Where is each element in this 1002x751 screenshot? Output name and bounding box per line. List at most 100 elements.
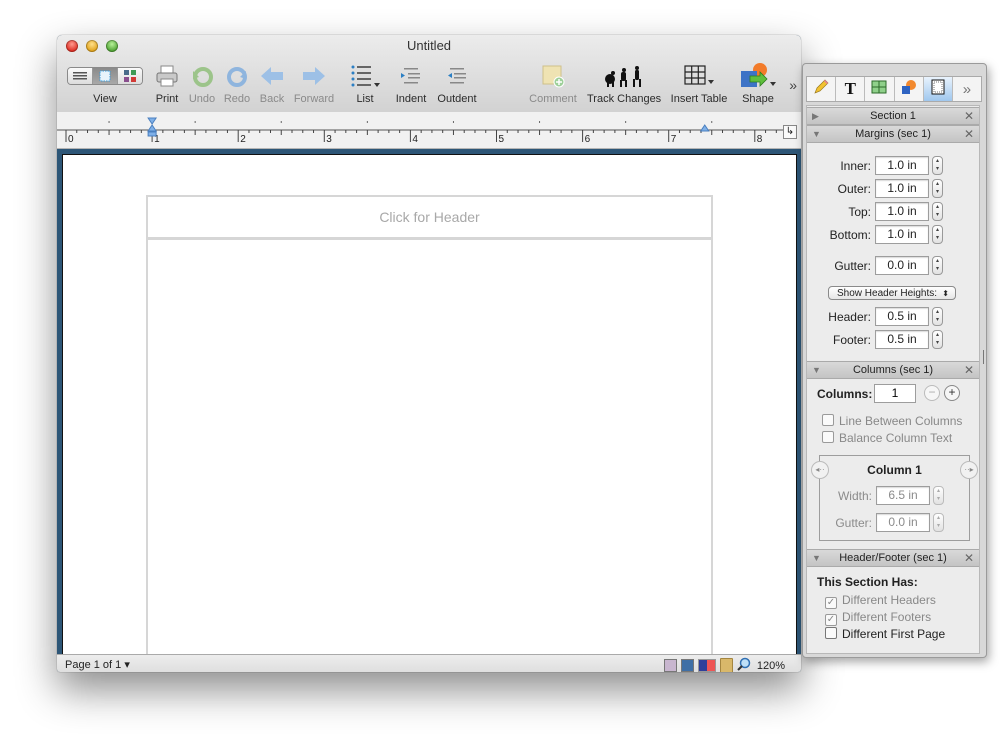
tab-table[interactable] bbox=[865, 77, 895, 101]
document-body[interactable] bbox=[146, 238, 713, 670]
back-button[interactable]: Back bbox=[255, 63, 289, 109]
line-between-columns-checkbox[interactable]: Line Between Columns bbox=[822, 414, 962, 428]
draft-view-icon[interactable] bbox=[68, 68, 93, 84]
column-width-stepper[interactable]: ▴ ▾ bbox=[933, 486, 944, 505]
forward-arrow-icon bbox=[292, 63, 336, 89]
text-T-icon: T bbox=[844, 79, 856, 98]
inner-margin-row: Inner: 1.0 in ▴ ▾ bbox=[807, 156, 979, 176]
header-height-stepper[interactable]: ▴ ▾ bbox=[932, 307, 943, 326]
print-button[interactable]: Print bbox=[150, 63, 184, 109]
inner-margin-field[interactable]: 1.0 in bbox=[875, 156, 929, 175]
panel-resize-grip[interactable] bbox=[983, 350, 984, 364]
column-gutter-field[interactable]: 0.0 in bbox=[876, 513, 930, 532]
ruler-tab-dot bbox=[108, 121, 110, 123]
zoom-level[interactable]: 120% bbox=[757, 660, 785, 672]
language-flag-icon[interactable] bbox=[697, 659, 716, 672]
page-layout-view-icon[interactable] bbox=[93, 68, 118, 84]
left-indent-marker[interactable] bbox=[147, 124, 158, 132]
thumbnail-view-icon[interactable] bbox=[118, 68, 142, 84]
tab-pencil[interactable] bbox=[807, 77, 837, 101]
tab-text[interactable]: T bbox=[836, 77, 866, 101]
next-column-button[interactable]: ··▸ bbox=[960, 461, 978, 479]
close-section-icon[interactable]: ✕ bbox=[964, 550, 974, 566]
ruler-label: 8 bbox=[757, 134, 763, 145]
gutter-margin-field[interactable]: 0.0 in bbox=[875, 256, 929, 275]
page-count-menu[interactable]: Page 1 of 1 ▾ bbox=[65, 658, 130, 671]
top-margin-row: Top: 1.0 in ▴ ▾ bbox=[807, 202, 979, 222]
page-layout-icon bbox=[931, 79, 945, 100]
section-header-margins[interactable]: ▼ Margins (sec 1) ✕ bbox=[807, 125, 979, 143]
close-section-icon[interactable]: ✕ bbox=[964, 362, 974, 378]
forward-button[interactable]: Forward bbox=[292, 63, 336, 109]
remove-column-button[interactable]: − bbox=[924, 385, 940, 401]
ruler-label: 0 bbox=[68, 134, 74, 145]
track-changes-button[interactable]: Track Changes bbox=[587, 63, 661, 109]
indent-button[interactable]: Indent bbox=[392, 63, 430, 109]
toolbar-overflow-button[interactable]: » bbox=[789, 77, 797, 93]
disclosure-collapsed-icon[interactable]: ▶ bbox=[812, 108, 819, 124]
redo-button[interactable]: Redo bbox=[220, 63, 254, 109]
outer-margin-field[interactable]: 1.0 in bbox=[875, 179, 929, 198]
column-gutter-stepper[interactable]: ▴ ▾ bbox=[933, 513, 944, 532]
section-header-columns[interactable]: ▼ Columns (sec 1) ✕ bbox=[807, 361, 979, 379]
different-first-page-checkbox[interactable]: Different First Page bbox=[825, 627, 945, 641]
tab-stop-type-button[interactable]: ↳ bbox=[783, 125, 797, 139]
ruler-label: 5 bbox=[499, 134, 505, 145]
outer-margin-stepper[interactable]: ▴ ▾ bbox=[932, 179, 943, 198]
footer-height-stepper[interactable]: ▴ ▾ bbox=[932, 330, 943, 349]
add-column-button[interactable]: + bbox=[944, 385, 960, 401]
column-gutter-row: Gutter: 0.0 in ▴ ▾ bbox=[808, 513, 980, 533]
inner-margin-stepper[interactable]: ▴ ▾ bbox=[932, 156, 943, 175]
section-header-section[interactable]: ▶ Section 1 ✕ bbox=[807, 107, 979, 125]
list-button[interactable]: List bbox=[345, 63, 385, 109]
popup-arrows-icon: ⬍ bbox=[942, 289, 949, 298]
bottom-margin-stepper[interactable]: ▴ ▾ bbox=[932, 225, 943, 244]
column-width-row: Width: 6.5 in ▴ ▾ bbox=[808, 486, 980, 506]
tab-more[interactable]: » bbox=[953, 77, 981, 101]
shape-button[interactable]: Shape bbox=[736, 63, 780, 109]
top-margin-field[interactable]: 1.0 in bbox=[875, 202, 929, 221]
undo-button[interactable]: Undo bbox=[185, 63, 219, 109]
footer-height-field[interactable]: 0.5 in bbox=[875, 330, 929, 349]
disclosure-expanded-icon[interactable]: ▼ bbox=[812, 126, 821, 142]
section-header-header-footer[interactable]: ▼ Header/Footer (sec 1) ✕ bbox=[807, 549, 979, 567]
header-placeholder[interactable]: Click for Header bbox=[146, 195, 713, 239]
ruler-tab-dot bbox=[366, 121, 368, 123]
header-heights-popup[interactable]: Show Header Heights: ⬍ bbox=[828, 286, 956, 300]
different-footers-checkbox[interactable]: ✓ Different Footers bbox=[825, 610, 931, 626]
paragraph-marks-icon[interactable] bbox=[680, 659, 694, 672]
toolbar-view[interactable]: View bbox=[65, 63, 145, 109]
title-bar[interactable]: Untitled View Print Undo Redo Back Forwa… bbox=[57, 35, 801, 113]
checkmark-icon: ✓ bbox=[825, 614, 837, 626]
disclosure-expanded-icon[interactable]: ▼ bbox=[812, 550, 821, 566]
bottom-margin-field[interactable]: 1.0 in bbox=[875, 225, 929, 244]
top-margin-stepper[interactable]: ▴ ▾ bbox=[932, 202, 943, 221]
gutter-margin-stepper[interactable]: ▴ ▾ bbox=[932, 256, 943, 275]
horizontal-ruler[interactable]: 012345678 ↳ bbox=[57, 112, 801, 149]
tab-graphic[interactable] bbox=[895, 77, 924, 101]
first-line-indent-marker[interactable] bbox=[147, 117, 158, 125]
ruler-scale: 012345678 bbox=[57, 117, 791, 145]
outdent-button[interactable]: Outdent bbox=[435, 63, 479, 109]
right-indent-marker[interactable] bbox=[699, 124, 710, 132]
left-margin-marker[interactable] bbox=[147, 131, 157, 137]
document-scroll-area[interactable]: Click for Header bbox=[57, 149, 801, 670]
header-height-field[interactable]: 0.5 in bbox=[875, 307, 929, 326]
ruler-tab-dot bbox=[539, 121, 541, 123]
comment-button[interactable]: Comment bbox=[527, 63, 579, 109]
header-height-row: Header: 0.5 in ▴ ▾ bbox=[807, 307, 979, 327]
columns-count-field[interactable]: 1 bbox=[874, 384, 916, 403]
insert-table-button[interactable]: Insert Table bbox=[667, 63, 731, 109]
layout-view-icon[interactable] bbox=[663, 659, 677, 672]
clipboard-icon[interactable] bbox=[719, 658, 733, 672]
document-page[interactable]: Click for Header bbox=[62, 154, 797, 670]
close-section-icon[interactable]: ✕ bbox=[964, 126, 974, 142]
view-mode-segmented-control[interactable] bbox=[67, 67, 143, 85]
different-headers-checkbox[interactable]: ✓ Different Headers bbox=[825, 593, 936, 609]
tab-layout[interactable] bbox=[923, 77, 953, 101]
close-section-icon[interactable]: ✕ bbox=[964, 108, 974, 124]
balance-column-text-checkbox[interactable]: Balance Column Text bbox=[822, 431, 952, 445]
magnifier-icon[interactable] bbox=[737, 657, 751, 672]
column-width-field[interactable]: 6.5 in bbox=[876, 486, 930, 505]
disclosure-expanded-icon[interactable]: ▼ bbox=[812, 362, 821, 378]
